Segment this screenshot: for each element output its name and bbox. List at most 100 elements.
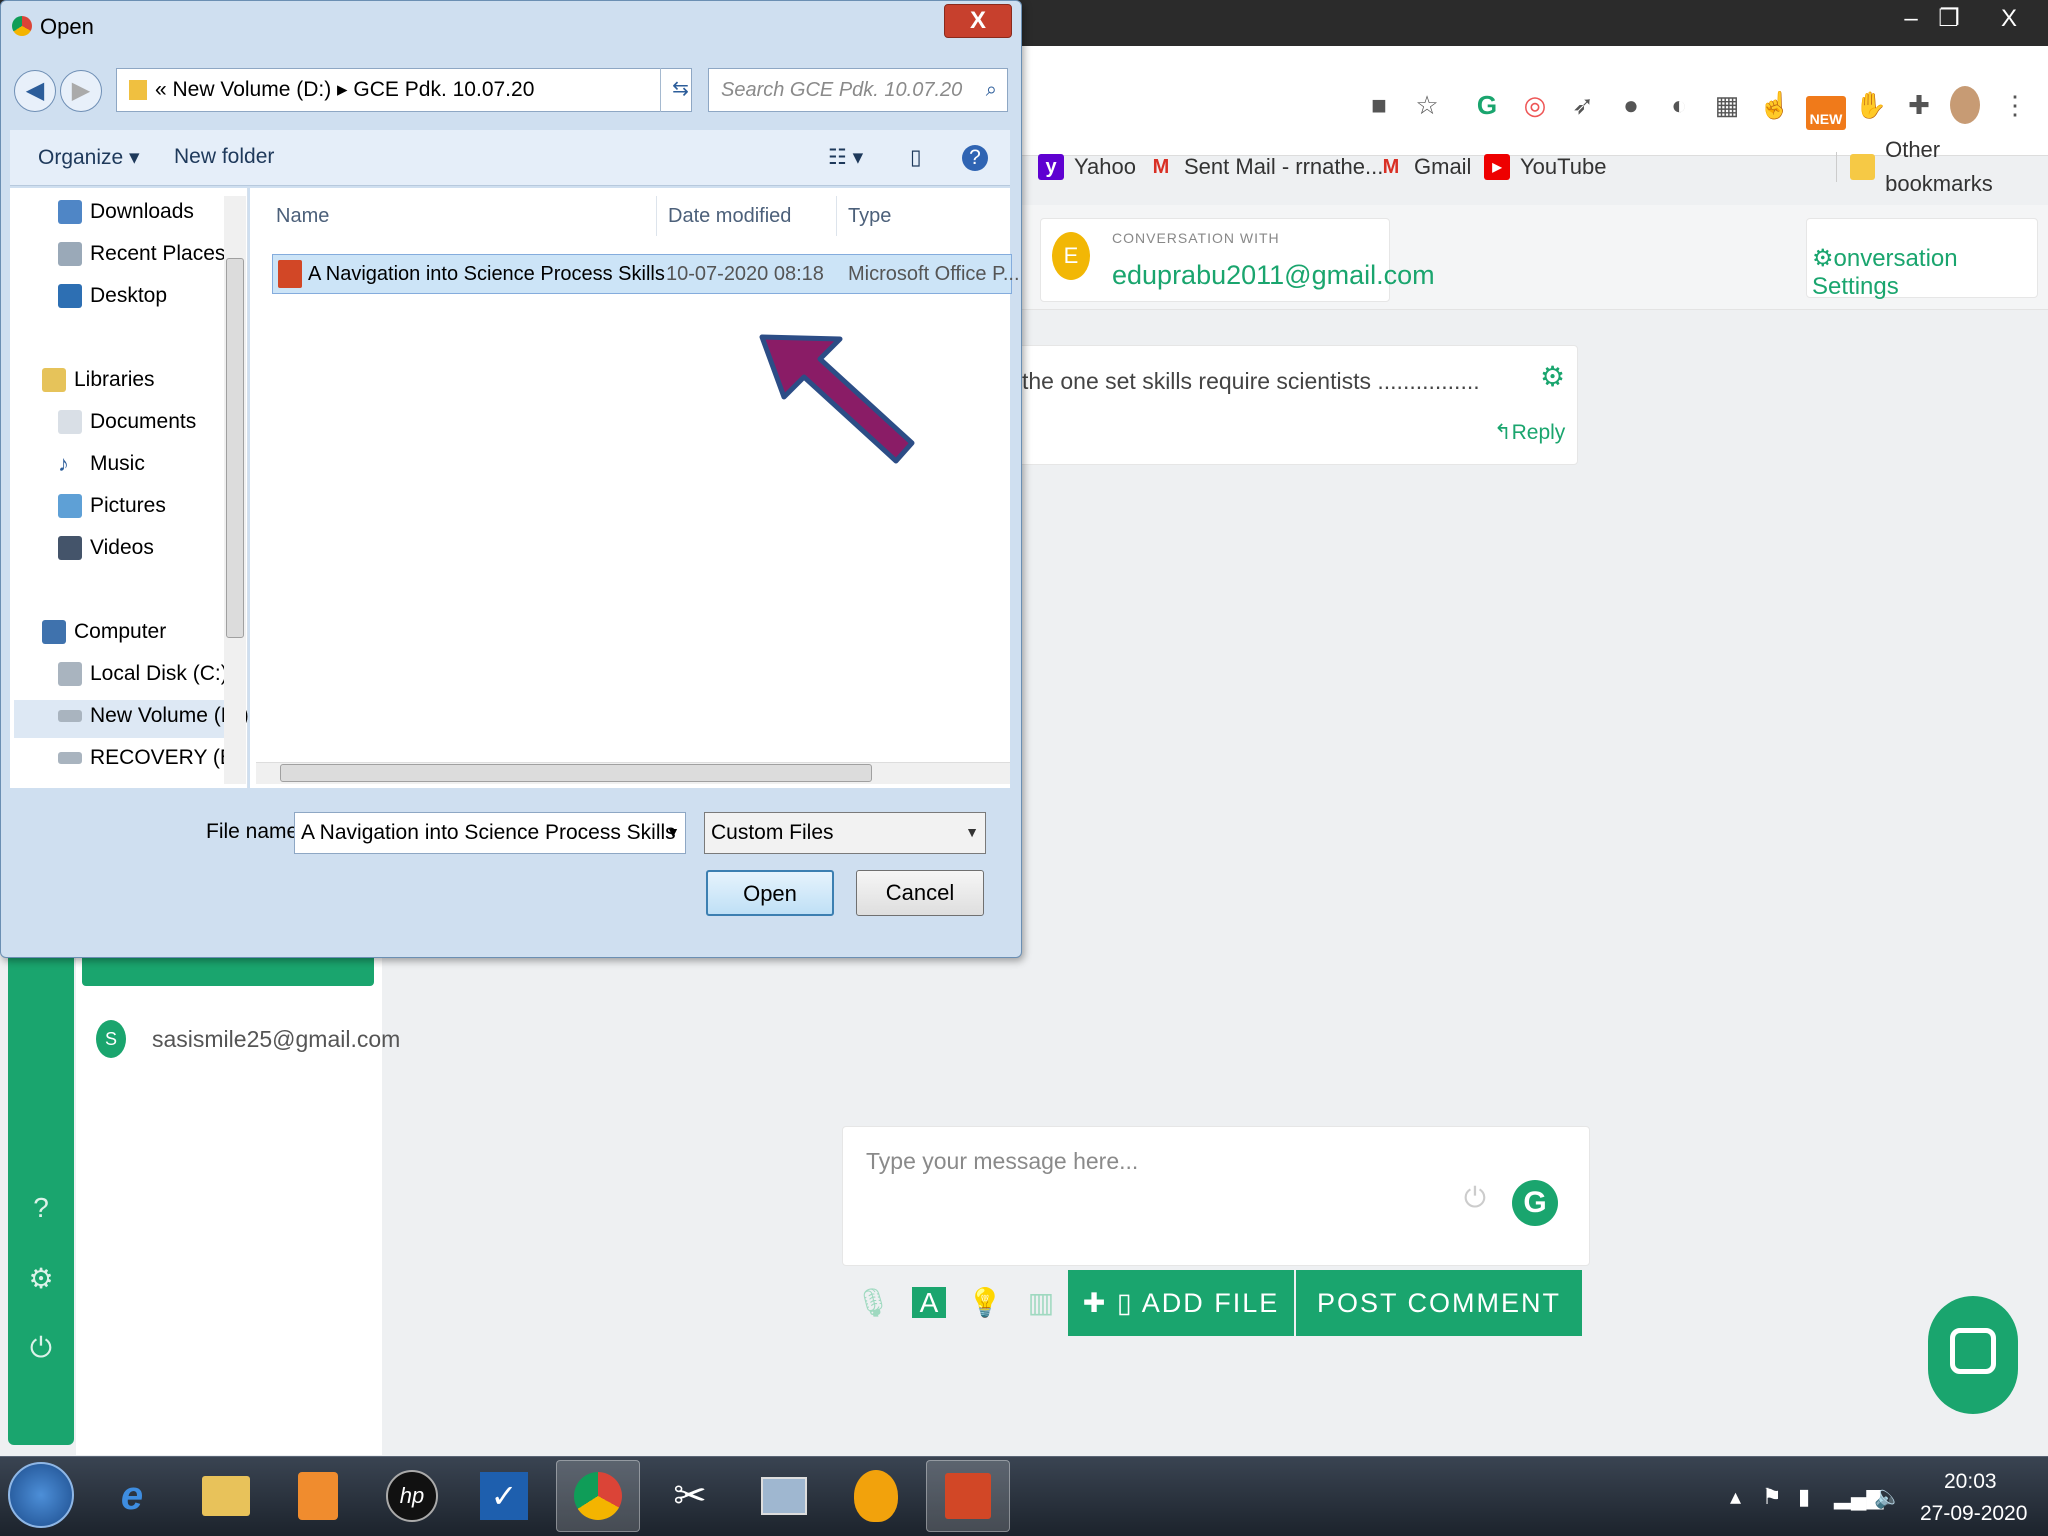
profile-icon[interactable] <box>1950 86 1980 124</box>
extension-icon[interactable]: ◐ <box>1662 88 1696 122</box>
security-app-icon[interactable] <box>834 1460 918 1532</box>
chevron-down-icon[interactable]: ▼ <box>960 812 984 854</box>
column-divider <box>656 196 657 236</box>
user-email[interactable]: sasismile25@gmail.com <box>152 1026 400 1053</box>
lightbulb-icon[interactable]: 💡 <box>962 1272 1008 1334</box>
back-icon[interactable]: ◀ <box>14 70 56 112</box>
power-icon[interactable]: ⏻ <box>1456 1182 1494 1228</box>
message-card <box>1010 345 1578 465</box>
organize-button[interactable]: Organize ▾ <box>38 145 140 170</box>
file-list-scroll-thumb[interactable] <box>280 764 872 782</box>
power-plug-icon[interactable]: ▮ <box>1798 1484 1810 1510</box>
address-bar[interactable]: « New Volume (D:) ▸ GCE Pdk. 10.07.20 <box>116 68 692 112</box>
grid-icon[interactable]: ▦ <box>1710 88 1744 122</box>
message-input[interactable]: Type your message here... <box>866 1148 1138 1175</box>
remote-desktop-icon[interactable] <box>742 1460 826 1532</box>
conversation-email[interactable]: eduprabu2011@gmail.com <box>1112 260 1435 291</box>
restore-button[interactable]: ❐ <box>1930 4 1968 34</box>
refresh-icon[interactable]: ⇆ <box>660 68 700 112</box>
nav-item-recovery[interactable]: RECOVERY (E:) <box>58 742 247 774</box>
rocket-icon[interactable]: ➶ <box>1566 88 1600 122</box>
text-format-button[interactable]: A <box>906 1272 952 1334</box>
grammarly-icon[interactable]: G <box>1512 1180 1558 1226</box>
thumb-icon[interactable]: ☝ <box>1758 88 1792 122</box>
column-header-date[interactable]: Date modified <box>668 205 791 228</box>
reply-link[interactable]: ↰Reply <box>1494 420 1565 445</box>
add-file-button[interactable]: ✚ ▯ ADD FILE <box>1068 1270 1294 1336</box>
chart-icon[interactable]: ▥ <box>1018 1272 1064 1334</box>
chevron-down-icon[interactable]: ▼ <box>660 812 686 854</box>
shield-icon <box>854 1470 898 1522</box>
view-options-icon[interactable]: ☷ ▾ <box>828 145 863 170</box>
cancel-button[interactable]: Cancel <box>856 870 984 916</box>
new-badge-icon[interactable]: NEW <box>1806 96 1846 130</box>
nav-item-documents[interactable]: Documents <box>58 406 196 438</box>
app-sidebar: ? ⚙ ⏻ <box>8 940 74 1445</box>
file-explorer-icon[interactable] <box>184 1460 268 1532</box>
nav-item-videos[interactable]: Videos <box>58 532 154 564</box>
gear-icon[interactable]: ⚙ <box>1540 360 1565 393</box>
file-name-input[interactable]: A Navigation into Science Process Skills <box>294 812 686 854</box>
internet-explorer-icon[interactable]: e <box>90 1460 174 1532</box>
bookmark-yahoo[interactable]: y Yahoo <box>1038 150 1136 184</box>
open-button[interactable]: Open <box>706 870 834 916</box>
drive-icon <box>58 662 82 686</box>
start-button[interactable] <box>8 1462 74 1528</box>
bookmark-gmail[interactable]: M Gmail <box>1378 150 1472 184</box>
libraries-icon <box>42 368 66 392</box>
conversation-settings-label[interactable]: ⚙onversation Settings <box>1812 244 2048 301</box>
new-folder-button[interactable]: New folder <box>174 145 274 169</box>
puzzle-icon[interactable]: ✚ <box>1902 88 1936 122</box>
task-app-icon[interactable]: ✓ <box>462 1460 546 1532</box>
help-icon[interactable]: ? <box>962 145 988 171</box>
powerpoint-icon <box>945 1473 991 1519</box>
search-input[interactable]: Search GCE Pdk. 10.07.20 ⌕ <box>708 68 1008 112</box>
nav-item-downloads[interactable]: Downloads <box>58 196 194 228</box>
extension-icon[interactable]: ✋ <box>1854 88 1888 122</box>
help-icon[interactable]: ? <box>8 1192 74 1224</box>
bookmark-other[interactable]: Other bookmarks <box>1850 137 2048 196</box>
hp-icon[interactable]: hp <box>370 1460 454 1532</box>
minimize-button[interactable]: – <box>1892 4 1930 34</box>
file-date-cell: 10-07-2020 08:18 <box>666 263 824 285</box>
bookmark-youtube[interactable]: ▶ YouTube <box>1484 150 1606 184</box>
forward-icon[interactable]: ▶ <box>60 70 102 112</box>
nav-item-music[interactable]: ♪ Music <box>58 448 145 480</box>
power-icon[interactable]: ⏻ <box>8 1332 74 1365</box>
nav-item-computer[interactable]: Computer <box>42 616 166 648</box>
folder-icon <box>129 80 147 101</box>
camera-icon[interactable]: ■ <box>1362 88 1396 122</box>
chrome-taskbar-icon[interactable] <box>556 1460 640 1532</box>
nav-item-recent-places[interactable]: Recent Places <box>58 238 225 270</box>
nav-item-desktop[interactable]: Desktop <box>58 280 167 312</box>
nav-item-new-volume[interactable]: New Volume (D:) <box>58 700 249 732</box>
close-window-button[interactable]: X <box>1990 4 2028 34</box>
microphone-icon[interactable]: 🎙 <box>850 1272 896 1334</box>
post-comment-button[interactable]: POST COMMENT <box>1296 1270 1582 1336</box>
snipping-tool-icon[interactable]: ✂ <box>648 1460 732 1532</box>
media-player-icon[interactable] <box>276 1460 360 1532</box>
bookmark-sent-mail[interactable]: M Sent Mail - rrnathe... <box>1148 150 1384 184</box>
chevron-up-icon[interactable]: ▴ <box>1730 1484 1741 1510</box>
close-button[interactable]: X <box>944 4 1012 38</box>
nav-item-libraries[interactable]: Libraries <box>42 364 155 396</box>
menu-icon[interactable]: ⋮ <box>1998 88 2032 122</box>
grammarly-icon[interactable]: G <box>1470 88 1504 122</box>
flag-icon[interactable]: ⚑ <box>1762 1484 1782 1510</box>
clock-time[interactable]: 20:03 <box>1944 1470 1997 1494</box>
file-type-select[interactable]: Custom Files <box>704 812 986 854</box>
nav-item-local-disk[interactable]: Local Disk (C:) <box>58 658 228 690</box>
nav-item-pictures[interactable]: Pictures <box>58 490 166 522</box>
clock-date[interactable]: 27-09-2020 <box>1920 1502 2027 1526</box>
star-icon[interactable]: ☆ <box>1410 88 1444 122</box>
column-header-type[interactable]: Type <box>848 205 891 228</box>
speaker-icon[interactable]: 🔈 <box>1874 1484 1901 1510</box>
nav-scroll-thumb[interactable] <box>226 258 244 638</box>
preview-pane-icon[interactable]: ▯ <box>910 145 922 170</box>
column-header-name[interactable]: Name <box>276 205 329 228</box>
chat-launcher-button[interactable] <box>1928 1296 2018 1414</box>
extension-icon[interactable]: ◎ <box>1518 88 1552 122</box>
powerpoint-taskbar-icon[interactable] <box>926 1460 1010 1532</box>
extension-icon[interactable]: ● <box>1614 88 1648 122</box>
gear-icon[interactable]: ⚙ <box>8 1262 74 1295</box>
